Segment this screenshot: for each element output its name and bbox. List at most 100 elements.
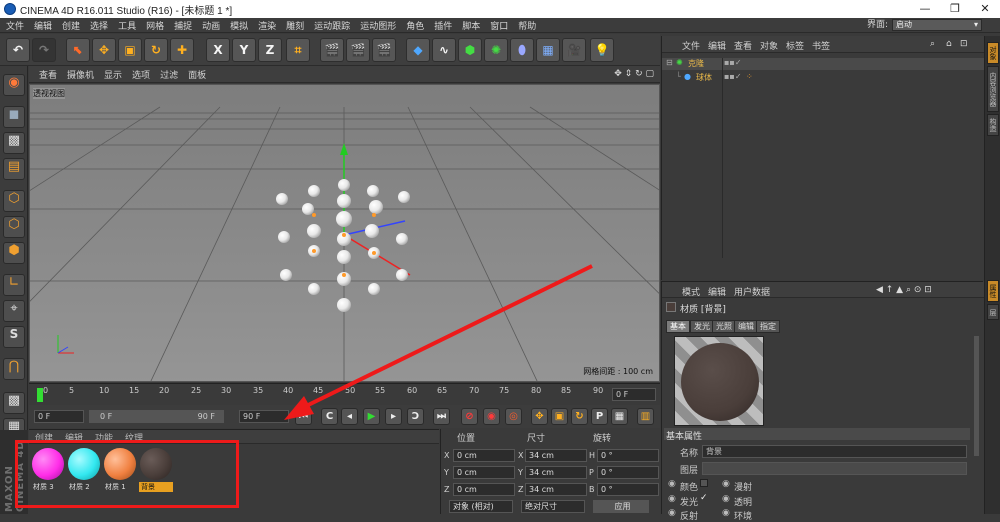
preview-range-slider[interactable]: 0 F 90 F (89, 410, 224, 423)
layer-field[interactable] (702, 462, 967, 475)
previous-frame-button[interactable]: ◂ (341, 408, 358, 425)
pos-z-field[interactable]: 0 cm (453, 483, 515, 496)
menu-motion-tracking[interactable]: 运动跟踪 (314, 19, 350, 32)
key-rotation-button[interactable]: ↻ (571, 408, 588, 425)
floor-button[interactable]: ▦ (536, 38, 560, 62)
render-picture-viewer-button[interactable]: 🎬 (346, 38, 370, 62)
render-settings-button[interactable]: 🎬 (372, 38, 396, 62)
workplane-button[interactable]: ▤ (3, 158, 25, 180)
tree-collapse-icon[interactable]: ⊟ (666, 58, 673, 67)
attribute-menu-edit[interactable]: 编辑 (708, 285, 726, 298)
next-key-button[interactable]: Ↄ (407, 408, 424, 425)
redo-button[interactable]: ↷ (32, 38, 56, 62)
cube-button[interactable]: ◆ (406, 38, 430, 62)
edges-mode-button[interactable]: ⬡ (3, 216, 25, 238)
menu-mesh[interactable]: 网格 (146, 19, 164, 32)
snap-button[interactable]: S (3, 326, 25, 348)
key-parameter-button[interactable]: P (591, 408, 608, 425)
viewport-menu-filter[interactable]: 过滤 (160, 68, 178, 81)
apply-button[interactable]: 应用 (593, 500, 649, 513)
viewport-menu-camera[interactable]: 摄像机 (67, 68, 94, 81)
move-tool-button[interactable]: ✥ (92, 38, 116, 62)
polygons-mode-button[interactable]: ⬢ (3, 242, 25, 264)
radio-icon[interactable]: ◉ (668, 494, 676, 504)
perspective-viewport[interactable]: 透视视图 网格间距 : 100 cm (29, 84, 660, 382)
menu-plugins[interactable]: 插件 (434, 19, 452, 32)
tab-basic[interactable]: 基本 (666, 320, 690, 333)
tab-assign[interactable]: 指定 (756, 320, 780, 333)
spline-pen-button[interactable]: ∿ (432, 38, 456, 62)
model-mode-button[interactable]: ◼ (3, 106, 25, 128)
menu-help[interactable]: 帮助 (518, 19, 536, 32)
radio-icon[interactable]: ◉ (668, 508, 676, 518)
tab-content-browser[interactable]: 内容浏览器 (987, 66, 999, 112)
tab-structure[interactable]: 构造 (987, 114, 999, 136)
start-frame-field[interactable]: 0 F (34, 410, 84, 423)
axis-mode-button[interactable]: ∟ (3, 274, 25, 296)
menu-select[interactable]: 选择 (90, 19, 108, 32)
magnet-button[interactable]: ⋂ (3, 358, 25, 380)
viewport-menu-view[interactable]: 查看 (39, 68, 57, 81)
viewport-nav-icons[interactable]: ✥ ⇕ ↻ ▢ (614, 69, 654, 79)
rotate-tool-button[interactable]: ↻ (144, 38, 168, 62)
size-x-field[interactable]: 34 cm (525, 449, 587, 462)
object-menu-edit[interactable]: 编辑 (708, 39, 726, 52)
viewport-menu-options[interactable]: 选项 (132, 68, 150, 81)
menu-window[interactable]: 窗口 (490, 19, 508, 32)
key-scale-button[interactable]: ▣ (551, 408, 568, 425)
radio-icon[interactable]: ◉ (668, 479, 676, 489)
material-preview[interactable] (674, 336, 764, 426)
points-mode-button[interactable]: ⬡ (3, 190, 25, 212)
object-menu-objects[interactable]: 对象 (760, 39, 778, 52)
tab-objects[interactable]: 对象 (987, 42, 999, 64)
object-menu-tags[interactable]: 标签 (786, 39, 804, 52)
next-frame-button[interactable]: ▸ (385, 408, 402, 425)
keyframe-selection-button[interactable]: ◎ (505, 408, 522, 425)
material-tag-icon[interactable]: ⁘ (746, 72, 753, 81)
light-button[interactable]: 💡 (590, 38, 614, 62)
radio-icon[interactable]: ◉ (722, 508, 730, 518)
menu-snap[interactable]: 捕捉 (174, 19, 192, 32)
menu-tools[interactable]: 工具 (118, 19, 136, 32)
axis-x-button[interactable]: X (206, 38, 230, 62)
size-mode-select[interactable]: 绝对尺寸 (521, 500, 585, 513)
menu-mograph[interactable]: 运动图形 (360, 19, 396, 32)
tab-luminance[interactable]: 发光 (690, 320, 714, 333)
tab-layers[interactable]: 层 (987, 304, 999, 320)
viewport-menu-display[interactable]: 显示 (104, 68, 122, 81)
minimize-button[interactable]: — (910, 0, 940, 18)
object-menu-file[interactable]: 文件 (682, 39, 700, 52)
pos-y-field[interactable]: 0 cm (453, 466, 515, 479)
previous-key-button[interactable]: C (321, 408, 338, 425)
menu-render[interactable]: 渲染 (258, 19, 276, 32)
render-view-button[interactable]: 🎬 (320, 38, 344, 62)
menu-simulate[interactable]: 模拟 (230, 19, 248, 32)
search-icon[interactable]: ⌕ (930, 39, 935, 49)
tab-illumination[interactable]: 光照 (712, 320, 736, 333)
key-position-button[interactable]: ✥ (531, 408, 548, 425)
pos-x-field[interactable]: 0 cm (453, 449, 515, 462)
scale-tool-button[interactable]: ▣ (118, 38, 142, 62)
menu-file[interactable]: 文件 (6, 19, 24, 32)
layout-select[interactable]: 启动 ▾ (892, 19, 982, 31)
subdivision-button[interactable]: ⬢ (458, 38, 482, 62)
menu-script[interactable]: 脚本 (462, 19, 480, 32)
deformer-button[interactable]: ⬮ (510, 38, 534, 62)
go-to-start-button[interactable]: ⏮ (295, 408, 312, 425)
attribute-nav-icons[interactable]: ◀ ↑ ▲ ⌕ ⊙ ⊡ (876, 285, 932, 295)
new-view-icon[interactable]: ⊡ (960, 39, 968, 49)
last-tool-button[interactable]: ✚ (170, 38, 194, 62)
timeline-settings-button[interactable]: ▥ (637, 408, 654, 425)
rot-p-field[interactable]: 0 ° (597, 466, 659, 479)
attribute-menu-userdata[interactable]: 用户数据 (734, 285, 770, 298)
lock-workplane-button[interactable]: ▩ (3, 392, 25, 414)
menu-create[interactable]: 创建 (62, 19, 80, 32)
timeline-ruler[interactable]: 0 5 10 15 20 25 30 35 40 45 50 55 60 65 … (29, 383, 660, 405)
record-keys-button[interactable]: ⊘ (461, 408, 478, 425)
size-y-field[interactable]: 34 cm (525, 466, 587, 479)
axis-z-button[interactable]: Z (258, 38, 282, 62)
menu-sculpt[interactable]: 雕刻 (286, 19, 304, 32)
visibility-toggle-icon[interactable]: ▪▪✓ (724, 58, 742, 67)
tab-editor[interactable]: 编辑 (734, 320, 758, 333)
object-menu-bookmarks[interactable]: 书签 (812, 39, 830, 52)
